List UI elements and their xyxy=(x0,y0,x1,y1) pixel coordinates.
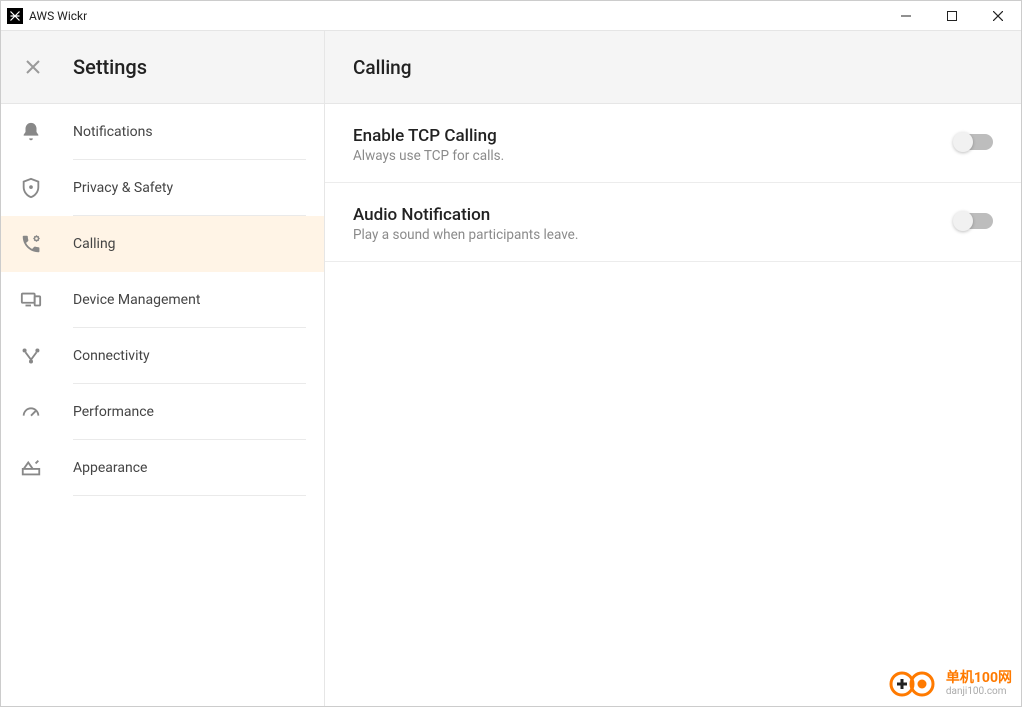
settings-title: Settings xyxy=(73,55,147,79)
sidebar-item-appearance[interactable]: Appearance xyxy=(1,440,324,496)
settings-content: Calling Enable TCP Calling Always use TC… xyxy=(325,31,1021,706)
devices-icon xyxy=(19,288,43,312)
app-icon xyxy=(7,8,23,24)
sidebar-item-connectivity[interactable]: Connectivity xyxy=(1,328,324,384)
sidebar-item-label: Device Management xyxy=(73,292,200,308)
sidebar-item-label: Appearance xyxy=(73,460,147,476)
setting-title: Enable TCP Calling xyxy=(353,126,955,146)
sidebar-item-privacy[interactable]: Privacy & Safety xyxy=(1,160,324,216)
watermark-line1: 单机100网 xyxy=(946,671,1012,686)
sidebar-item-label: Calling xyxy=(73,236,116,252)
sidebar-item-label: Connectivity xyxy=(73,348,150,364)
sidebar-item-calling[interactable]: Calling xyxy=(1,216,324,272)
toggle-knob xyxy=(953,211,973,231)
content-title: Calling xyxy=(353,56,412,79)
hub-icon xyxy=(19,344,43,368)
sidebar-item-device-management[interactable]: Device Management xyxy=(1,272,324,328)
watermark-line2: danji100.com xyxy=(946,686,1012,697)
sidebar-item-performance[interactable]: Performance xyxy=(1,384,324,440)
sidebar-item-label: Performance xyxy=(73,404,154,420)
sidebar-item-label: Notifications xyxy=(73,124,153,140)
watermark-logo-icon xyxy=(888,669,940,699)
settings-body: Enable TCP Calling Always use TCP for ca… xyxy=(325,104,1021,262)
bell-icon xyxy=(19,120,43,144)
sidebar-item-label: Privacy & Safety xyxy=(73,180,173,196)
setting-text: Audio Notification Play a sound when par… xyxy=(353,205,955,243)
sidebar-item-notifications[interactable]: Notifications xyxy=(1,104,324,160)
setting-text: Enable TCP Calling Always use TCP for ca… xyxy=(353,126,955,164)
shield-icon xyxy=(19,176,43,200)
speedometer-icon xyxy=(19,400,43,424)
close-icon[interactable] xyxy=(23,57,43,77)
setting-enable-tcp-calling: Enable TCP Calling Always use TCP for ca… xyxy=(325,104,1021,183)
phone-settings-icon xyxy=(19,232,43,256)
minimize-button[interactable] xyxy=(883,1,929,31)
toggle-knob xyxy=(953,132,973,152)
window-titlebar: AWS Wickr xyxy=(1,1,1021,31)
close-button[interactable] xyxy=(975,1,1021,31)
setting-title: Audio Notification xyxy=(353,205,955,225)
watermark-text: 单机100网 danji100.com xyxy=(946,671,1012,697)
appearance-icon xyxy=(19,456,43,480)
settings-sidebar: Settings Notifications Privacy & Safety xyxy=(1,31,325,706)
setting-audio-notification: Audio Notification Play a sound when par… xyxy=(325,183,1021,262)
toggle-audio-notification[interactable] xyxy=(955,213,993,229)
window-title: AWS Wickr xyxy=(29,9,87,23)
setting-description: Always use TCP for calls. xyxy=(353,148,955,164)
window-controls xyxy=(883,1,1021,31)
app-body: Settings Notifications Privacy & Safety xyxy=(1,31,1021,706)
maximize-button[interactable] xyxy=(929,1,975,31)
toggle-enable-tcp-calling[interactable] xyxy=(955,134,993,150)
settings-nav: Notifications Privacy & Safety Calling xyxy=(1,104,324,496)
sidebar-header: Settings xyxy=(1,31,324,104)
watermark: 单机100网 danji100.com xyxy=(888,669,1012,699)
setting-description: Play a sound when participants leave. xyxy=(353,227,955,243)
content-header: Calling xyxy=(325,31,1021,104)
